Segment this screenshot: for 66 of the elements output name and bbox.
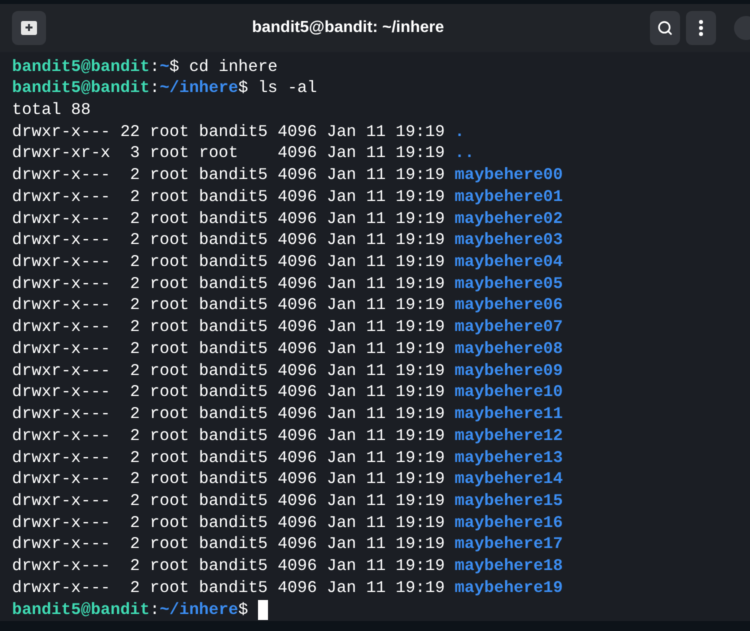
file-info: drwxr-x--- 22 root bandit5 4096 Jan 11 19:19: [12, 120, 445, 143]
prompt-colon: :: [150, 77, 160, 100]
directory-name: maybehere08: [454, 338, 563, 360]
file-info: drwxr-x--- 2 root bandit5 4096 Jan 11 19:19: [12, 512, 445, 534]
file-info: drwxr-x--- 2 root bandit5 4096 Jan 11 19:19: [12, 576, 445, 599]
prompt-path: ~: [160, 56, 170, 78]
prompt-user-host: bandit5@bandit: [12, 598, 150, 621]
directory-name: maybehere15: [454, 490, 563, 512]
directory-name: maybehere17: [454, 533, 563, 556]
file-info: drwxr-x--- 2 root bandit5 4096 Jan 11 19:19: [12, 251, 445, 274]
search-icon: [657, 20, 673, 36]
menu-icon: [699, 20, 703, 36]
prompt-dollar: $: [238, 77, 248, 100]
new-tab-button[interactable]: [12, 11, 46, 45]
file-info: drwxr-x--- 2 root bandit5 4096 Jan 11 19:19: [12, 424, 445, 447]
menu-button[interactable]: [686, 11, 716, 45]
file-info: drwxr-x--- 2 root bandit5 4096 Jan 11 19:19: [12, 446, 445, 468]
directory-name: maybehere14: [454, 468, 563, 490]
directory-name: maybehere13: [454, 446, 563, 468]
output-text: total 88: [12, 99, 91, 121]
directory-name: maybehere19: [454, 576, 563, 599]
file-info: drwxr-x--- 2 root bandit5 4096 Jan 11 19:19: [12, 186, 445, 208]
file-info: drwxr-x--- 2 root bandit5 4096 Jan 11 19:19: [12, 294, 445, 316]
directory-name: maybehere05: [454, 272, 563, 295]
file-info: drwxr-x--- 2 root bandit5 4096 Jan 11 19:19: [12, 208, 445, 230]
file-info: drwxr-xr-x 3 root root 4096 Jan 11 19:19: [12, 142, 445, 164]
file-info: drwxr-x--- 2 root bandit5 4096 Jan 11 19:19: [12, 490, 445, 512]
file-info: drwxr-x--- 2 root bandit5 4096 Jan 11 19:19: [12, 533, 445, 556]
file-info: drwxr-x--- 2 root bandit5 4096 Jan 11 19:19: [12, 316, 445, 338]
directory-name: maybehere01: [454, 186, 563, 208]
prompt-path: ~/inhere: [160, 77, 238, 100]
directory-name: maybehere09: [454, 360, 563, 382]
directory-name: maybehere12: [454, 424, 563, 447]
file-info: drwxr-x--- 2 root bandit5 4096 Jan 11 19:19: [12, 403, 445, 426]
prompt-path: ~/inhere: [160, 598, 238, 621]
prompt-dollar: $: [238, 598, 248, 621]
prompt-colon: :: [150, 598, 160, 621]
window-title: bandit5@bandit: ~/inhere: [252, 18, 444, 38]
directory-name: .: [454, 120, 464, 143]
directory-name: maybehere00: [454, 164, 563, 186]
file-info: drwxr-x--- 2 root bandit5 4096 Jan 11 19:19: [12, 468, 445, 490]
file-info: drwxr-x--- 2 root bandit5 4096 Jan 11 19:19: [12, 272, 445, 295]
file-info: drwxr-x--- 2 root bandit5 4096 Jan 11 19:19: [12, 338, 445, 360]
prompt-user-host: bandit5@bandit: [12, 77, 150, 100]
file-info: drwxr-x--- 2 root bandit5 4096 Jan 11 19:19: [12, 164, 445, 186]
command-text: ls -al: [258, 77, 317, 100]
directory-name: maybehere02: [454, 208, 563, 230]
directory-name: ..: [454, 142, 474, 164]
directory-name: maybehere11: [454, 403, 563, 426]
file-info: drwxr-x--- 2 root bandit5 4096 Jan 11 19:19: [12, 229, 445, 252]
file-info: drwxr-x--- 2 root bandit5 4096 Jan 11 19:19: [12, 555, 445, 578]
search-button[interactable]: [650, 11, 680, 45]
prompt-dollar: $: [169, 56, 180, 78]
prompt-user-host: bandit5@bandit: [12, 56, 150, 78]
new-tab-icon: [21, 21, 37, 35]
directory-name: maybehere07: [454, 316, 563, 338]
prompt-colon: :: [150, 56, 160, 78]
command-text: cd inhere: [189, 56, 278, 78]
directory-name: maybehere03: [454, 229, 563, 252]
file-info: drwxr-x--- 2 root bandit5 4096 Jan 11 19:19: [12, 360, 445, 382]
directory-name: maybehere06: [454, 294, 563, 316]
directory-name: maybehere04: [454, 251, 563, 274]
directory-name: maybehere10: [454, 381, 563, 404]
file-info: drwxr-x--- 2 root bandit5 4096 Jan 11 19:19: [12, 381, 445, 404]
directory-name: maybehere18: [454, 555, 563, 578]
directory-name: maybehere16: [454, 512, 563, 534]
